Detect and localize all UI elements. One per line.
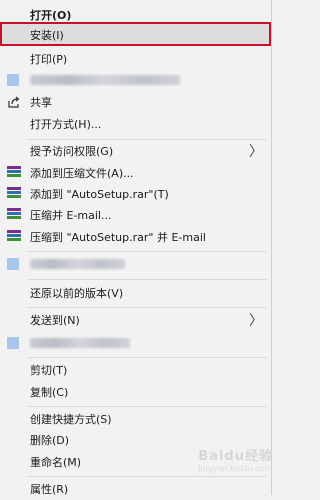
menu-item-install-label: 安装(I) <box>30 28 64 42</box>
blurred-text <box>30 259 125 269</box>
menu-item-install[interactable]: 安装(I) <box>0 24 271 45</box>
share-icon <box>8 96 20 108</box>
menu-item-share[interactable]: 共享 <box>0 91 271 113</box>
app-icon <box>7 74 19 86</box>
winrar-icon <box>7 208 21 222</box>
menu-item-cut[interactable]: 剪切(T) <box>0 359 271 381</box>
menu-item-cut-label: 剪切(T) <box>30 364 68 377</box>
separator <box>28 279 267 280</box>
app-icon <box>7 258 19 270</box>
menu-item-open[interactable]: 打开(O) <box>0 4 271 26</box>
watermark: Baidu经验 jingyan.baidu.com <box>198 445 273 473</box>
blurred-text <box>30 75 180 85</box>
menu-item-add-to-rar-label: 添加到 "AutoSetup.rar"(T) <box>30 188 169 201</box>
menu-item-delete-label: 删除(D) <box>30 434 70 447</box>
menu-item-restore-versions[interactable]: 还原以前的版本(V) <box>0 282 271 304</box>
menu-item-restore-versions-label: 还原以前的版本(V) <box>30 287 124 300</box>
blurred-text <box>30 338 130 348</box>
separator <box>28 307 267 308</box>
separator <box>28 406 267 407</box>
menu-item-add-to-rar[interactable]: 添加到 "AutoSetup.rar"(T) <box>0 183 271 205</box>
menu-item-open-label: 打开(O) <box>30 9 72 22</box>
menu-item-print-label: 打印(P) <box>30 53 68 66</box>
menu-item-create-shortcut[interactable]: 创建快捷方式(S) <box>0 408 271 430</box>
menu-item-compress-email[interactable]: 压缩并 E-mail... <box>0 204 271 226</box>
menu-item-add-to-archive[interactable]: 添加到压缩文件(A)... <box>0 162 271 184</box>
chevron-right-icon: 〉 <box>249 313 263 329</box>
winrar-icon <box>7 166 21 180</box>
menu-item-blurred-3[interactable] <box>0 332 271 354</box>
menu-item-create-shortcut-label: 创建快捷方式(S) <box>30 413 112 426</box>
menu-item-send-to[interactable]: 发送到(N) 〉 <box>0 309 271 331</box>
menu-item-grant-access-label: 授予访问权限(G) <box>30 145 114 158</box>
context-menu: 打开(O) 安装(I) 打印(P) 共享 打开方式(H)... 授予访问权限(G… <box>0 0 272 496</box>
menu-item-add-to-archive-label: 添加到压缩文件(A)... <box>30 167 134 180</box>
menu-item-compress-rar-email[interactable]: 压缩到 "AutoSetup.rar" 并 E-mail <box>0 226 271 248</box>
menu-item-compress-rar-email-label: 压缩到 "AutoSetup.rar" 并 E-mail <box>30 231 206 244</box>
separator <box>28 357 267 358</box>
chevron-right-icon: 〉 <box>249 144 263 160</box>
menu-item-print[interactable]: 打印(P) <box>0 48 271 70</box>
menu-item-compress-email-label: 压缩并 E-mail... <box>30 209 112 222</box>
menu-item-copy[interactable]: 复制(C) <box>0 381 271 403</box>
menu-item-open-with-label: 打开方式(H)... <box>30 118 102 131</box>
menu-item-share-label: 共享 <box>30 96 52 109</box>
menu-item-grant-access[interactable]: 授予访问权限(G) 〉 <box>0 140 271 162</box>
menu-item-properties[interactable]: 属性(R) <box>0 478 271 500</box>
separator <box>28 476 267 477</box>
menu-item-send-to-label: 发送到(N) <box>30 314 80 327</box>
winrar-icon <box>7 187 21 201</box>
watermark-url: jingyan.baidu.com <box>198 464 273 473</box>
winrar-icon <box>7 230 21 244</box>
menu-item-blurred-2[interactable] <box>0 253 271 275</box>
watermark-brand: Baidu经验 <box>198 449 273 464</box>
menu-item-open-with[interactable]: 打开方式(H)... <box>0 113 271 135</box>
menu-item-blurred-1[interactable] <box>0 69 271 91</box>
menu-item-rename-label: 重命名(M) <box>30 456 82 469</box>
menu-item-copy-label: 复制(C) <box>30 386 69 399</box>
app-icon <box>7 337 19 349</box>
separator <box>28 251 267 252</box>
